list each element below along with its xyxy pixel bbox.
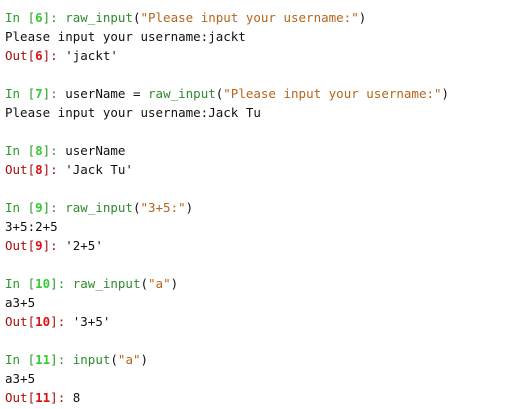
out-prompt-close: ]: [42,162,66,177]
output-value: 'jackt' [65,48,118,63]
in-prompt-close: ]: [42,200,66,215]
in-number: 10 [35,276,51,291]
stdout-line: a3+5 [5,369,519,388]
code-text: ) [140,352,149,367]
input-line: In [8]: userName [5,141,519,160]
out-prompt: Out[ [5,390,36,405]
out-prompt-close: ]: [42,48,66,63]
out-prompt-close: ]: [42,238,66,253]
function-name: input [72,352,111,367]
in-prompt-close: ]: [42,10,66,25]
code-text: ) [170,276,179,291]
out-prompt-close: ]: [50,390,73,405]
in-prompt: In [ [5,200,36,215]
output-value: 8 [72,390,81,405]
code-text: ) [441,86,450,101]
string-literal: "Please input your username:" [140,10,359,25]
output-value: 'Jack Tu' [65,162,133,177]
out-prompt: Out[ [5,238,36,253]
in-prompt: In [ [5,10,36,25]
code-text: userName [65,143,126,158]
stdout-text: a3+5 [5,371,36,386]
in-prompt-close: ]: [50,276,73,291]
in-number: 8 [35,143,43,158]
output-line: Out[9]: '2+5' [5,236,519,255]
string-literal: "a" [117,352,141,367]
output-line: Out[6]: 'jackt' [5,46,519,65]
out-prompt: Out[ [5,162,36,177]
code-text: userName = [65,86,149,101]
out-prompt: Out[ [5,48,36,63]
in-prompt-close: ]: [42,86,66,101]
stdout-line: 3+5:2+5 [5,217,519,236]
in-number: 9 [35,200,43,215]
code-text: ) [185,200,194,215]
code-text: ) [358,10,367,25]
in-number: 7 [35,86,43,101]
stdout-line: Please input your username:jackt [5,27,519,46]
out-number: 6 [35,48,43,63]
input-line: In [10]: raw_input("a") [5,274,519,293]
string-literal: "Please input your username:" [223,86,442,101]
stdout-line: a3+5 [5,293,519,312]
string-literal: "3+5:" [140,200,186,215]
in-number: 11 [35,352,51,367]
ipython-terminal[interactable]: In [6]: raw_input("Please input your use… [0,0,519,407]
input-line: In [7]: userName = raw_input("Please inp… [5,84,519,103]
output-value: '2+5' [65,238,103,253]
out-prompt-close: ]: [50,314,73,329]
in-prompt: In [ [5,276,36,291]
out-number: 10 [35,314,51,329]
in-number: 6 [35,10,43,25]
stdout-text: Please input your username:jackt [5,29,246,44]
code-text: ( [110,352,118,367]
stdout-text: a3+5 [5,295,36,310]
code-text: ( [140,276,149,291]
function-name: raw_input [65,10,133,25]
input-line: In [6]: raw_input("Please input your use… [5,8,519,27]
output-line: Out[8]: 'Jack Tu' [5,160,519,179]
stdout-line: Please input your username:Jack Tu [5,103,519,122]
out-prompt: Out[ [5,314,36,329]
stdout-text: Please input your username:Jack Tu [5,105,261,120]
out-number: 11 [35,390,51,405]
function-name: raw_input [72,276,141,291]
stdout-text: 3+5:2+5 [5,219,58,234]
in-prompt: In [ [5,352,36,367]
function-name: raw_input [148,86,216,101]
in-prompt-close: ]: [50,352,73,367]
input-line: In [9]: raw_input("3+5:") [5,198,519,217]
in-prompt: In [ [5,86,36,101]
in-prompt: In [ [5,143,36,158]
out-number: 8 [35,162,43,177]
out-number: 9 [35,238,43,253]
string-literal: "a" [148,276,171,291]
input-line: In [11]: input("a") [5,350,519,369]
output-line: Out[11]: 8 [5,388,519,407]
output-line: Out[10]: '3+5' [5,312,519,331]
function-name: raw_input [65,200,133,215]
output-value: '3+5' [72,314,111,329]
in-prompt-close: ]: [42,143,66,158]
